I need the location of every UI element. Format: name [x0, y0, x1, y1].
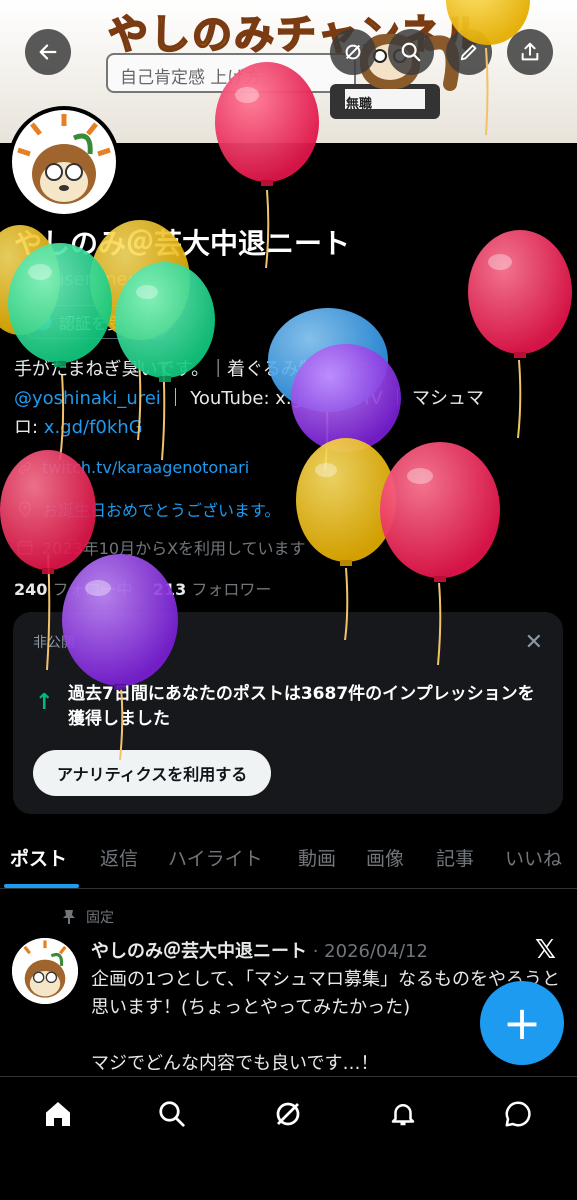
verify-label: 認証を受ける	[59, 314, 156, 333]
pinned-label: 固定	[86, 910, 114, 926]
impressions-text: 過去7日間にあなたのポストは3687件のインプレッションを獲得しました	[68, 684, 535, 729]
banner-badge: 無職	[346, 97, 373, 112]
post-date: · 2026/04/12	[312, 941, 428, 962]
location-pin-icon	[18, 501, 32, 518]
bio-text-3: ロ:	[14, 417, 44, 438]
avatar-image	[12, 938, 78, 1004]
analytics-card: 非公開 ✕ ↑ 過去7日間にあなたのポストは3687件のインプレッションを獲得し…	[13, 612, 563, 814]
website-link[interactable]: twitch.tv/karaagenotonari	[42, 458, 249, 477]
followers-label: フォロワー	[191, 580, 272, 599]
search-button[interactable]	[388, 29, 434, 75]
grok-button[interactable]	[330, 29, 376, 75]
back-arrow-icon	[39, 44, 57, 60]
tab-articles[interactable]: 記事	[436, 844, 474, 871]
calendar-icon	[17, 540, 33, 555]
pencil-icon	[460, 44, 477, 61]
birthday-row: お誕生日おめでとうございます。	[16, 497, 280, 521]
following-count: 240	[14, 580, 48, 599]
mascot-illustration	[330, 34, 460, 119]
bio-mention-link[interactable]: @yoshinaki_urei	[14, 388, 161, 409]
bottom-nav	[0, 1076, 577, 1200]
share-button[interactable]	[507, 29, 553, 75]
bio-text-2: ｜ YouTube: x.gd/W9OfV ｜ マシュマ	[160, 388, 485, 409]
pinned-indicator: 固定	[62, 907, 114, 927]
joined-row: 2023年10月からXを利用しています	[16, 535, 306, 559]
following-link[interactable]: 240 フォロー中	[14, 580, 133, 599]
plus-icon: +	[502, 996, 542, 1050]
back-button[interactable]	[25, 29, 71, 75]
verified-badge-icon	[34, 313, 52, 331]
avatar-image	[17, 114, 111, 204]
tab-images[interactable]: 画像	[366, 844, 404, 871]
grok-icon[interactable]	[268, 1094, 308, 1134]
private-label: 非公開	[33, 635, 75, 651]
link-icon	[18, 461, 32, 474]
search-icon[interactable]	[152, 1094, 192, 1134]
grok-icon	[345, 44, 361, 60]
profile-tabs: ポスト 返信 ハイライト 動画 画像 記事 いいね	[0, 834, 577, 889]
arrow-up-icon: ↑	[35, 690, 54, 715]
x-logo-icon: 𝕏	[535, 935, 556, 965]
bio-line-1: 手がたまねぎ臭いです。｜着ぐるみ制作者さま	[14, 359, 389, 380]
following-label: フォロー中	[52, 580, 133, 599]
search-icon	[401, 42, 421, 62]
compose-button[interactable]: +	[480, 981, 564, 1065]
edit-button[interactable]	[446, 29, 492, 75]
followers-link[interactable]: 213 フォロワー	[153, 580, 272, 599]
active-tab-indicator	[4, 884, 79, 888]
post-avatar[interactable]	[12, 938, 78, 1004]
birthday-text: お誕生日おめでとうございます。	[42, 501, 281, 520]
follow-counts: 240 フォロー中 213 フォロワー	[14, 576, 271, 600]
tab-likes[interactable]: いいね	[505, 844, 562, 871]
close-icon[interactable]: ✕	[525, 630, 543, 655]
profile-avatar[interactable]	[8, 106, 120, 218]
profile-handle: @okusen_neet	[14, 269, 146, 290]
post-author[interactable]: やしのみ＠芸大中退ニート	[91, 941, 307, 962]
home-icon[interactable]	[38, 1094, 78, 1134]
post-header: やしのみ＠芸大中退ニート · 2026/04/12	[91, 937, 428, 963]
website-row: twitch.tv/karaagenotonari	[16, 458, 249, 477]
tab-replies[interactable]: 返信	[100, 844, 138, 871]
tab-posts[interactable]: ポスト	[10, 844, 67, 871]
notifications-icon[interactable]	[383, 1094, 423, 1134]
followers-count: 213	[152, 580, 187, 599]
pin-icon	[63, 910, 75, 924]
share-icon	[521, 42, 539, 61]
verify-button[interactable]: 認証を受ける	[22, 305, 171, 339]
bio-marshmallow-link[interactable]: x.gd/f0khG	[44, 417, 143, 438]
messages-icon[interactable]	[498, 1094, 538, 1134]
tab-highlights[interactable]: ハイライト	[168, 844, 263, 871]
joined-text: 2023年10月からXを利用しています	[42, 539, 306, 558]
tab-videos[interactable]: 動画	[298, 844, 336, 871]
analytics-button[interactable]: アナリティクスを利用する	[33, 750, 272, 796]
profile-bio: 手がたまねぎ臭いです。｜着ぐるみ制作者さま @yoshinaki_urei ｜ …	[14, 355, 559, 442]
profile-name: やしのみ＠芸大中退ニート	[14, 227, 351, 260]
